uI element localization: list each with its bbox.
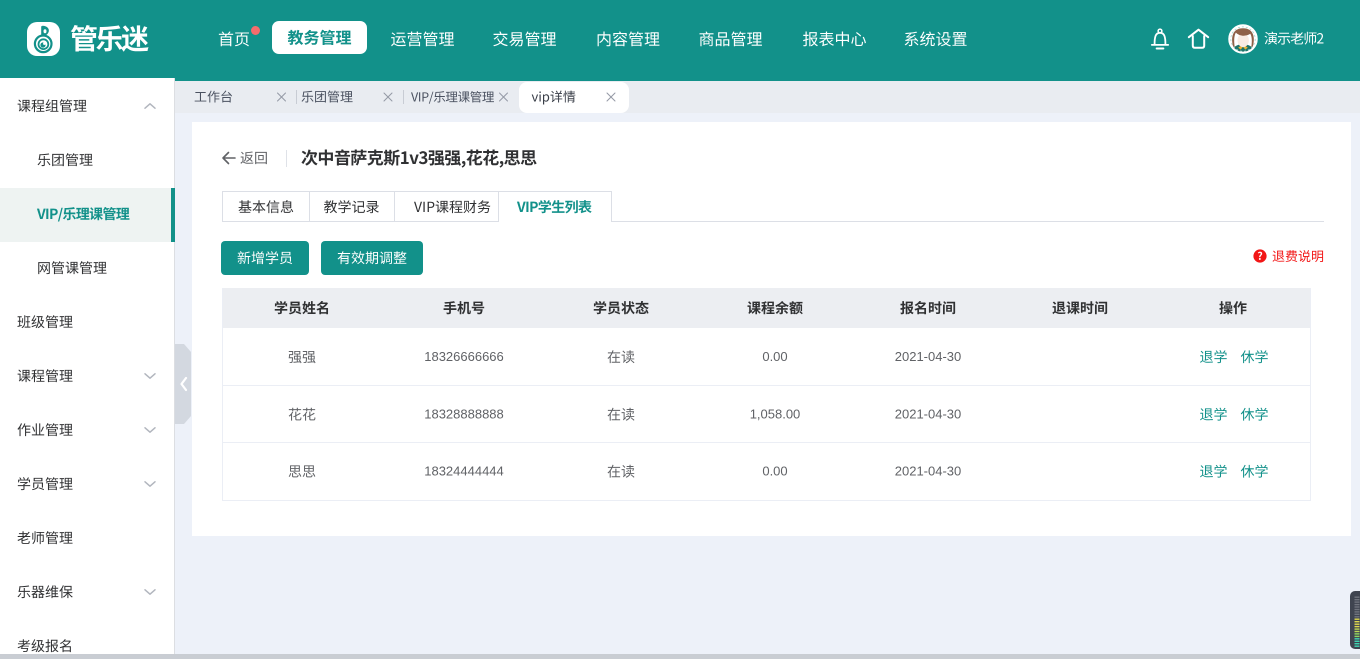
svg-text:18324444444: 18324444444 [424, 464, 504, 479]
svg-text:1,058.00: 1,058.00 [750, 407, 801, 422]
svg-text:2021-04-30: 2021-04-30 [895, 349, 962, 364]
svg-text:18326666666: 18326666666 [424, 349, 504, 364]
svg-text:0.00: 0.00 [762, 349, 787, 364]
svg-text:2021-04-30: 2021-04-30 [895, 464, 962, 479]
svg-text:18328888888: 18328888888 [424, 407, 504, 422]
svg-text:2021-04-30: 2021-04-30 [895, 407, 962, 422]
svg-text:0.00: 0.00 [762, 464, 787, 479]
